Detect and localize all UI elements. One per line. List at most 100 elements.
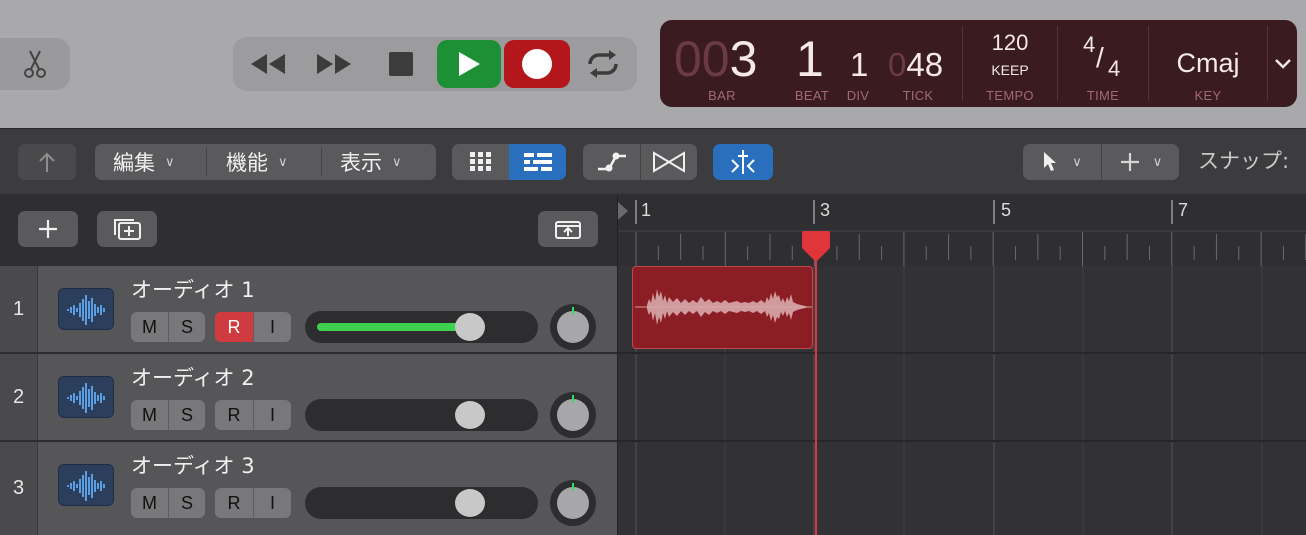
- chevron-down-icon: ∨: [1152, 154, 1163, 170]
- menu-view-label: 表示: [340, 151, 382, 175]
- record-input-group: R I: [215, 312, 291, 342]
- mute-button[interactable]: M: [131, 400, 168, 430]
- lcd-display[interactable]: 003 BAR 1 BEAT 1 DIV 048 TICK 120 KEEP T…: [660, 20, 1297, 107]
- play-button[interactable]: [437, 40, 501, 88]
- pan-indicator: [572, 307, 574, 314]
- volume-slider[interactable]: [305, 311, 538, 343]
- region-waveform: [635, 289, 812, 325]
- pan-indicator: [572, 483, 574, 490]
- lcd-time[interactable]: 4 / 4 TIME: [1058, 20, 1148, 107]
- track-header-top: [0, 194, 617, 266]
- waveform-icon: [67, 383, 105, 413]
- cycle-icon: [588, 50, 618, 78]
- volume-fill: [317, 323, 467, 331]
- menu-divider: [206, 148, 207, 176]
- control-bar: 003 BAR 1 BEAT 1 DIV 048 TICK 120 KEEP T…: [0, 0, 1306, 128]
- stop-icon: [389, 52, 413, 76]
- track-name[interactable]: オーディオ 3: [131, 450, 255, 480]
- pan-knob[interactable]: [550, 304, 596, 350]
- mute-solo-group: M S: [131, 312, 205, 342]
- volume-slider[interactable]: [305, 399, 538, 431]
- record-button[interactable]: [504, 40, 570, 88]
- menu-edit-label: 編集: [113, 151, 155, 175]
- lcd-beat: 1 BEAT: [784, 20, 840, 107]
- lcd-tempo[interactable]: 120 KEEP TEMPO: [963, 20, 1057, 107]
- time-label: TIME: [1086, 88, 1120, 103]
- track-row[interactable]: 3 オーディオ 3 M S R I: [0, 442, 617, 535]
- flex-button[interactable]: [640, 144, 697, 180]
- waveform-icon: [67, 295, 105, 325]
- beat-value: 1: [796, 31, 824, 87]
- add-track-button[interactable]: [18, 211, 78, 247]
- menu-functions[interactable]: 機能 ∨: [226, 144, 288, 180]
- parent-level-button[interactable]: [18, 144, 76, 180]
- pan-knob-body: [557, 487, 589, 519]
- record-enable-button[interactable]: R: [215, 312, 253, 342]
- solo-button[interactable]: S: [168, 488, 205, 518]
- input-monitor-button[interactable]: I: [253, 400, 291, 430]
- tick-label: TICK: [902, 88, 934, 103]
- track-name[interactable]: オーディオ 1: [131, 274, 255, 304]
- pan-knob[interactable]: [550, 392, 596, 438]
- record-enable-button[interactable]: R: [215, 400, 253, 430]
- ruler-bar-label: 5: [1001, 200, 1012, 220]
- volume-slider[interactable]: [305, 487, 538, 519]
- input-monitor-button[interactable]: I: [253, 488, 291, 518]
- lcd-menu-chevron-icon: [1274, 58, 1291, 69]
- tick-value: 48: [906, 46, 944, 83]
- playhead-icon[interactable]: [800, 230, 832, 264]
- volume-knob[interactable]: [455, 489, 485, 517]
- waveform-icon: [67, 471, 105, 501]
- mute-button[interactable]: M: [131, 488, 168, 518]
- pan-knob-body: [557, 311, 589, 343]
- solo-button[interactable]: S: [168, 400, 205, 430]
- volume-knob[interactable]: [455, 401, 485, 429]
- mute-solo-group: M S: [131, 400, 205, 430]
- left-click-tool-menu[interactable]: ∨: [1023, 144, 1101, 180]
- track-header-button[interactable]: [538, 211, 598, 247]
- track-row[interactable]: 1 オーディオ 1 M S R I: [0, 266, 617, 354]
- fast-forward-button[interactable]: [309, 40, 361, 88]
- tick-prefix: 0: [888, 46, 907, 83]
- lcd-menu-button[interactable]: [1268, 20, 1297, 107]
- audio-region[interactable]: [632, 266, 813, 349]
- track-name[interactable]: オーディオ 2: [131, 362, 255, 392]
- track-icon[interactable]: [58, 376, 114, 418]
- grid-view-button[interactable]: [452, 144, 509, 180]
- menu-view[interactable]: 表示 ∨: [340, 144, 402, 180]
- playhead-line[interactable]: [815, 232, 817, 535]
- automation-button[interactable]: [583, 144, 640, 180]
- track-icon[interactable]: [58, 288, 114, 330]
- track-number: 3: [0, 442, 38, 535]
- mute-button[interactable]: M: [131, 312, 168, 342]
- track-row[interactable]: 2 オーディオ 2 M S R I: [0, 354, 617, 442]
- catch-button[interactable]: [713, 144, 773, 180]
- lcd-key[interactable]: Cmaj KEY: [1149, 20, 1267, 107]
- scissors-tool-button[interactable]: [0, 38, 70, 90]
- record-input-group: R I: [215, 488, 291, 518]
- menu-edit[interactable]: 編集 ∨: [113, 144, 175, 180]
- input-monitor-button[interactable]: I: [253, 312, 291, 342]
- pan-indicator: [572, 395, 574, 402]
- track-number: 2: [0, 354, 38, 440]
- pan-knob[interactable]: [550, 480, 596, 526]
- duplicate-track-button[interactable]: [97, 211, 157, 247]
- play-icon: [459, 52, 480, 76]
- volume-knob[interactable]: [455, 313, 485, 341]
- record-enable-button[interactable]: R: [215, 488, 253, 518]
- solo-button[interactable]: S: [168, 312, 205, 342]
- bar-ruler[interactable]: 1 3 5 7: [617, 194, 1306, 266]
- command-click-tool-menu[interactable]: ∨: [1101, 144, 1179, 180]
- bar-label: BAR: [708, 88, 736, 103]
- list-view-button[interactable]: [509, 144, 566, 180]
- chevron-down-icon: ∨: [165, 154, 175, 170]
- cycle-button[interactable]: [578, 40, 628, 88]
- rewind-button[interactable]: [241, 40, 293, 88]
- menu-divider: [321, 148, 322, 176]
- menu-functions-label: 機能: [226, 151, 268, 175]
- stop-button[interactable]: [379, 40, 423, 88]
- track-icon[interactable]: [58, 464, 114, 506]
- time-numerator: 4: [1083, 32, 1096, 57]
- pan-knob-body: [557, 399, 589, 431]
- list-view-icon: [523, 153, 552, 171]
